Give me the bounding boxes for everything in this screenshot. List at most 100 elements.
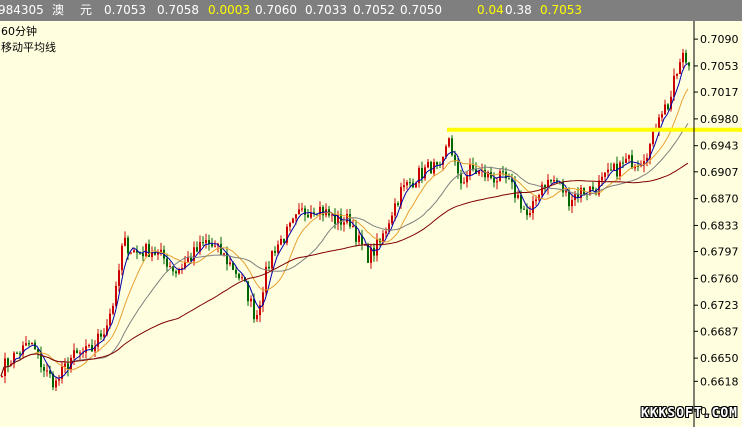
candle-body (55, 380, 57, 388)
quote-field-4: 0.7060 (255, 3, 297, 17)
candle-body (529, 213, 531, 216)
candle-body (397, 203, 399, 206)
candle-body (664, 104, 666, 115)
candle-body (58, 378, 60, 381)
chart-panel: 0.7090 0.7053 0.7017 0.6980 0.6943 0.6907 0.68… (0, 21, 742, 427)
quote-field-5: 0.7033 (305, 3, 347, 17)
candle-body (502, 171, 504, 173)
axis-tick-label: 0.7017 (700, 86, 739, 99)
candle-body (268, 266, 270, 269)
candle-body (427, 161, 429, 168)
candle-body (145, 244, 147, 257)
candle-body (625, 158, 627, 163)
axis-tick-label: 0.6907 (700, 166, 739, 179)
candle-body (31, 342, 33, 345)
chart-window: 984305 澳 元 0.7053 0.7058 0.0003 0.7060 0… (0, 0, 742, 427)
candle-body (295, 214, 297, 219)
quote-field-2: 0.7058 (157, 3, 199, 17)
candle-body (118, 270, 120, 286)
candle-body (229, 262, 231, 265)
candle-body (91, 345, 93, 352)
candle-body (466, 175, 468, 183)
indicator-label: 移动平均线 (1, 41, 56, 54)
candle-body (472, 164, 474, 170)
candle-body (592, 186, 594, 190)
quote-change: 0.0003 (208, 3, 250, 17)
period-label: 60分钟 (1, 25, 37, 38)
axis-tick-label: 0.6687 (700, 325, 739, 338)
quote-field-10: 0.7053 (540, 3, 582, 17)
quote-code: 984305 (0, 3, 44, 17)
candle-body (169, 266, 171, 268)
candle-body (385, 231, 387, 234)
candle-body (130, 252, 132, 254)
axis-tick-label: 0.6797 (700, 246, 739, 259)
candle-body (187, 257, 189, 262)
candle-body (43, 367, 45, 371)
candle-body (523, 208, 525, 210)
candle-body (376, 239, 378, 256)
candle-body (499, 171, 501, 182)
candle-body (304, 208, 306, 215)
candle-body (133, 250, 135, 253)
axis-tick-label: 0.6650 (700, 352, 739, 365)
candle-body (343, 222, 345, 225)
watermark-logo: KKKSOFT.COM (640, 406, 738, 421)
price-axis: 0.7090 0.7053 0.7017 0.6980 0.6943 0.6907 0.68… (693, 21, 739, 427)
candle-body (73, 350, 75, 358)
candle-body (601, 176, 603, 181)
candle-body (526, 209, 528, 216)
candle-body (298, 209, 300, 215)
axis-tick-label: 0.6870 (700, 193, 739, 206)
quote-field-9: 0.38 (505, 3, 532, 17)
candle-body (160, 249, 162, 252)
candle-body (685, 52, 687, 63)
candle-body (16, 352, 18, 354)
candle-body (538, 195, 540, 200)
axis-tick-label: 0.6833 (700, 219, 739, 232)
candle-body (202, 242, 204, 244)
candle-body (271, 250, 273, 269)
candle-body (292, 218, 294, 223)
candle-body (496, 181, 498, 183)
candle-body (280, 238, 282, 245)
candle-body (667, 104, 669, 110)
candle-body (238, 273, 240, 279)
price-chart: 0.7090 0.7053 0.7017 0.6980 0.6943 0.6907 0.68… (0, 21, 742, 427)
candle-body (493, 178, 495, 183)
candle-body (535, 199, 537, 202)
candle-body (103, 334, 105, 337)
moving-average-layer (0, 63, 742, 379)
candle-body (1, 376, 3, 378)
candle-body (283, 238, 285, 243)
candle-body (358, 235, 360, 242)
quote-field-1: 0.7053 (104, 3, 146, 17)
candle-body (220, 243, 222, 255)
candle-body (355, 225, 357, 242)
axis-tick-label: 0.6723 (700, 299, 739, 312)
candle-body (508, 178, 510, 180)
candle-body (223, 253, 225, 255)
candle-body (532, 201, 534, 214)
candle-body (613, 163, 615, 171)
candle-body (124, 237, 126, 246)
candle-body (682, 52, 684, 63)
candle-body (109, 313, 111, 326)
quote-field-7: 0.7050 (400, 3, 442, 17)
candle-body (301, 208, 303, 210)
candle-body (88, 345, 90, 347)
candle-body (628, 155, 630, 159)
candle-body (409, 182, 411, 184)
candle-body (142, 253, 144, 257)
quote-name-1: 澳 (52, 3, 65, 17)
axis-tick-label: 0.6618 (700, 375, 739, 388)
candle-body (196, 247, 198, 252)
candle-body (421, 168, 423, 179)
candle-body (457, 161, 459, 174)
axis-tick-label: 0.6943 (700, 140, 739, 153)
candle-body (403, 185, 405, 188)
candle-body (436, 162, 438, 165)
candle-body (28, 343, 30, 345)
candle-body (610, 169, 612, 171)
axis-tick-label: 0.7053 (700, 60, 739, 73)
